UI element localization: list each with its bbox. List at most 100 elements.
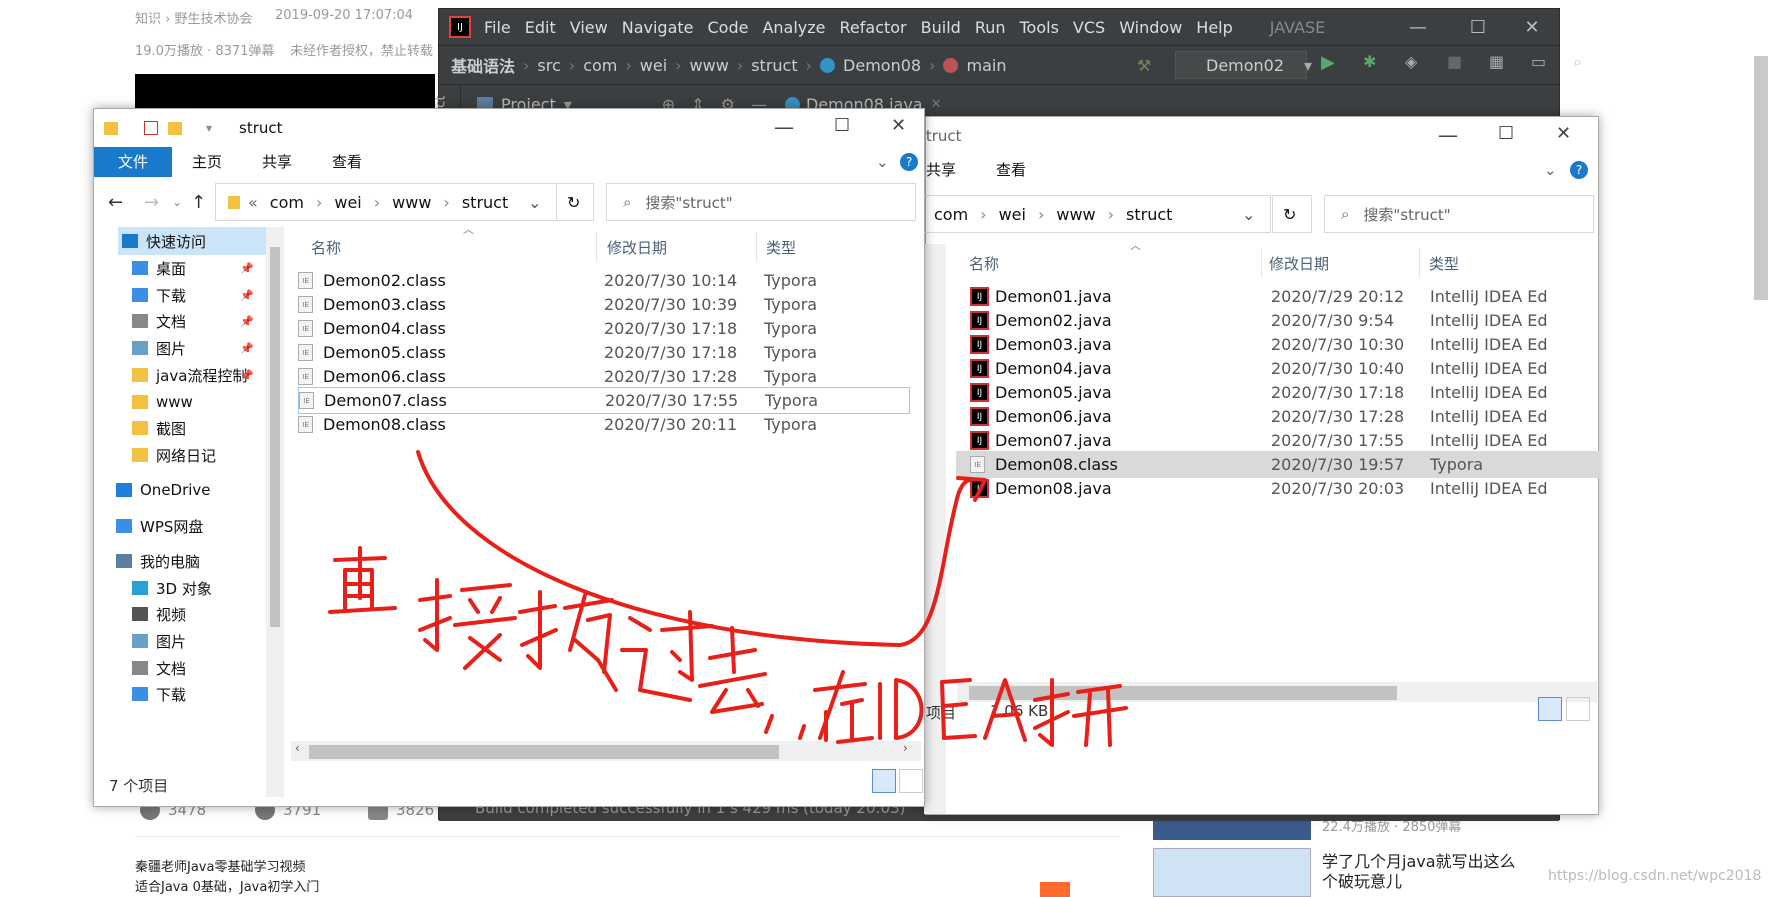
new-folder-icon[interactable] (168, 121, 182, 135)
menu-build[interactable]: Build (921, 18, 961, 37)
idea-close-button[interactable]: ✕ (1503, 9, 1561, 45)
minimize-button[interactable]: — (1438, 123, 1458, 147)
file-row[interactable]: IJ Demon03.java 2020/7/30 10:30 IntelliJ ID… (956, 331, 1600, 358)
chevron-down-icon[interactable]: ▾ (206, 121, 212, 135)
file-row[interactable]: IE Demon07.class 2020/7/30 17:55 Typora (298, 387, 910, 414)
nav-item[interactable]: 下载 (132, 680, 186, 708)
stop-icon[interactable]: ■ (1447, 52, 1467, 72)
coverage-icon[interactable]: ◈ (1405, 52, 1425, 72)
menu-run[interactable]: Run (975, 18, 1006, 37)
chevron-down-icon[interactable]: ⌄ (1242, 205, 1255, 224)
col-name[interactable]: 名称 (311, 237, 341, 258)
ribbon-tab-home[interactable]: 主页 (172, 147, 242, 177)
file-row[interactable]: IJ Demon02.java 2020/7/30 9:54 IntelliJ IDE… (956, 307, 1600, 334)
left-nav-scroll-thumb[interactable] (270, 247, 280, 627)
right-nav-scrollbar[interactable] (924, 244, 946, 814)
details-view-button[interactable] (872, 769, 896, 793)
menu-edit[interactable]: Edit (525, 18, 556, 37)
nav-item[interactable]: 网络日记 (132, 441, 216, 469)
menu-file[interactable]: File (484, 18, 511, 37)
nav-item[interactable]: 截图 (132, 414, 186, 442)
terminal-icon[interactable]: ▭ (1531, 52, 1551, 72)
crumb-www[interactable]: www (690, 56, 729, 75)
file-row[interactable]: IE Demon06.class 2020/7/30 17:28 Typora (298, 363, 910, 390)
run-icon[interactable]: ▶ (1321, 52, 1341, 73)
crumb-src[interactable]: src (537, 56, 560, 75)
file-row[interactable]: IE Demon03.class 2020/7/30 10:39 Typora (298, 291, 910, 318)
crumb-com[interactable]: com (583, 56, 617, 75)
scroll-left-icon[interactable]: ‹ (295, 741, 300, 755)
idea-maximize-button[interactable]: ☐ (1449, 9, 1507, 45)
file-row[interactable]: IJ Demon05.java 2020/7/30 17:18 IntelliJ ID… (956, 379, 1600, 406)
menu-code[interactable]: Code (708, 18, 749, 37)
refresh-button[interactable]: ↻ (556, 183, 594, 221)
crumb-wei[interactable]: wei (640, 56, 667, 75)
right-search-input[interactable]: ⌕ 搜索"struct" (1324, 195, 1594, 233)
file-row[interactable]: IJ Demon01.java 2020/7/29 20:12 IntelliJ ID… (956, 283, 1600, 310)
forward-arrow-icon[interactable]: → (144, 192, 159, 213)
nav-item[interactable]: 桌面 📌 (132, 254, 254, 282)
file-row[interactable]: IJ Demon08.java 2020/7/30 20:03 IntelliJ ID… (956, 475, 1600, 502)
search-icon[interactable]: ⌕ (1573, 52, 1593, 72)
nav-item[interactable]: WPS网盘 (116, 512, 203, 540)
thumbnail-view-button[interactable] (899, 769, 923, 793)
properties-icon[interactable] (144, 121, 158, 135)
build-hammer-icon[interactable]: ⚒ (1137, 56, 1157, 76)
left-nav-scrollbar[interactable] (266, 227, 284, 797)
details-view-button[interactable] (1538, 697, 1562, 721)
file-row[interactable]: IE Demon08.class 2020/7/30 19:57 Typora (956, 451, 1600, 478)
rec-title-2[interactable]: 个破玩意儿 (1322, 868, 1402, 892)
close-button[interactable]: ✕ (891, 115, 906, 136)
crumb-class[interactable]: Demon08 (843, 56, 921, 75)
col-date[interactable]: 修改日期 (607, 237, 667, 258)
right-address-bar[interactable]: com › wei › www › struct ⌄ (921, 195, 1271, 233)
right-h-scroll-thumb[interactable] (969, 686, 1397, 700)
col-name[interactable]: 名称 (969, 253, 999, 274)
nav-item[interactable]: 图片 (132, 627, 186, 655)
menu-window[interactable]: Window (1119, 18, 1182, 37)
idea-minimize-button[interactable]: — (1389, 9, 1447, 45)
left-search-input[interactable]: ⌕ 搜索"struct" (606, 183, 916, 221)
nav-item[interactable]: java流程控制 📌 (132, 361, 254, 389)
chevron-down-icon[interactable]: ⌄ (1544, 161, 1557, 179)
ribbon-tab-share[interactable]: 共享 (926, 155, 976, 185)
help-icon[interactable]: ? (1570, 161, 1588, 179)
minimize-button[interactable]: — (774, 115, 794, 139)
menu-tools[interactable]: Tools (1020, 18, 1059, 37)
nav-item[interactable]: OneDrive (116, 476, 211, 504)
chevron-down-icon[interactable]: ⌄ (528, 193, 541, 212)
up-arrow-icon[interactable]: ↑ (191, 192, 206, 213)
left-address-bar[interactable]: « com › wei › www › struct ⌄ (215, 183, 557, 221)
thumbnail-view-button[interactable] (1566, 697, 1590, 721)
nav-item[interactable]: 视频 (132, 600, 186, 628)
left-h-scroll-thumb[interactable] (309, 745, 779, 759)
ribbon-tab-share[interactable]: 共享 (242, 147, 312, 177)
col-type[interactable]: 类型 (1429, 253, 1459, 274)
right-h-scrollbar[interactable] (957, 682, 1597, 702)
rec-thumb-2[interactable] (1153, 848, 1311, 897)
menu-navigate[interactable]: Navigate (622, 18, 694, 37)
left-h-scrollbar[interactable]: ‹ › (291, 741, 921, 761)
file-row[interactable]: IJ Demon06.java 2020/7/30 17:28 IntelliJ ID… (956, 403, 1600, 430)
project-structure-icon[interactable]: ▦ (1489, 52, 1509, 72)
menu-analyze[interactable]: Analyze (762, 18, 825, 37)
menu-help[interactable]: Help (1196, 18, 1232, 37)
file-row[interactable]: IE Demon04.class 2020/7/30 17:18 Typora (298, 315, 910, 342)
page-scrollbar[interactable] (1754, 56, 1768, 300)
file-row[interactable]: IJ Demon07.java 2020/7/30 17:55 IntelliJ ID… (956, 427, 1600, 454)
back-arrow-icon[interactable]: ← (108, 192, 123, 213)
menu-view[interactable]: View (570, 18, 608, 37)
col-date[interactable]: 修改日期 (1269, 253, 1329, 274)
nav-item[interactable]: 下载 📌 (132, 281, 254, 309)
crumb-struct[interactable]: struct (751, 56, 797, 75)
bg-breadcrumb[interactable]: 知识 › 野生技术协会 (135, 8, 252, 27)
ribbon-tab-view[interactable]: 查看 (976, 155, 1046, 185)
run-config-select[interactable]: Demon02 ▾ (1175, 51, 1312, 79)
col-type[interactable]: 类型 (766, 237, 796, 258)
file-row[interactable]: IE Demon02.class 2020/7/30 10:14 Typora (298, 267, 910, 294)
ribbon-tab-file[interactable]: 文件 (94, 147, 173, 177)
crumb-module[interactable]: 基础语法 (451, 53, 515, 77)
nav-item[interactable]: 图片 📌 (132, 334, 254, 362)
ribbon-tab-view[interactable]: 查看 (312, 147, 382, 177)
close-icon[interactable]: ✕ (931, 97, 942, 112)
